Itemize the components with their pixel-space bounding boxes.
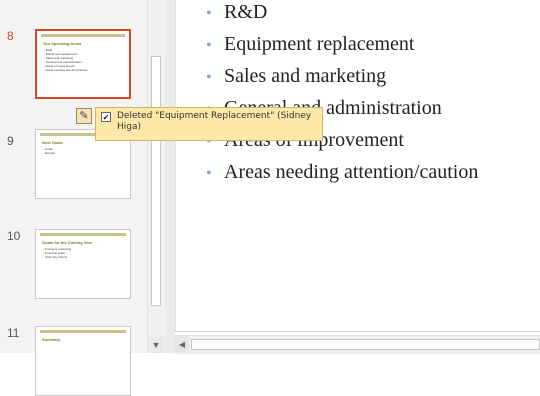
thumbnail-text: - Testing & marketing - Financial goals …	[43, 247, 72, 259]
bullet-item[interactable]: • R&D	[206, 0, 478, 28]
scrollbar-thumb[interactable]	[151, 56, 161, 306]
bullet-item[interactable]: • Equipment replacement	[206, 28, 478, 60]
thumbnail-title: Our Spending Areas	[43, 41, 82, 46]
thumbnail-title: Next Goals	[42, 140, 63, 145]
slide-thumbnail[interactable]: Our Spending Areas - R&D - Equipment rep…	[35, 29, 131, 99]
bullet-text: Equipment replacement	[224, 33, 415, 55]
bullet-item[interactable]: • Areas needing attention/caution	[206, 156, 478, 188]
slide-number: 11	[7, 326, 20, 340]
bullet-icon: •	[206, 5, 212, 22]
thumbnail-title: Goals for the Coming Year	[42, 240, 93, 245]
title-band	[40, 233, 126, 236]
revision-tooltip[interactable]: ✔ Deleted "Equipment Replacement" (Sidne…	[95, 107, 323, 141]
slide-number: 9	[7, 134, 14, 148]
pane-divider[interactable]	[165, 0, 175, 353]
slide-number: 8	[7, 29, 14, 43]
thumbnail-title: Summary	[42, 337, 61, 342]
thumbnail-slot-10[interactable]: 10 Goals for the Coming Year - Testing &…	[0, 212, 147, 312]
slide-thumbnail[interactable]: Goals for the Coming Year - Testing & ma…	[35, 229, 131, 299]
bullet-text: Areas needing attention/caution	[224, 161, 479, 183]
slide-number: 10	[7, 229, 21, 243]
bullet-icon: •	[206, 165, 212, 182]
bullet-item[interactable]: • Sales and marketing	[206, 60, 478, 92]
chevron-left-icon[interactable]: ◀	[175, 336, 189, 353]
chevron-down-icon[interactable]: ▼	[148, 337, 164, 353]
checkbox-checked-icon[interactable]: ✔	[101, 112, 111, 122]
slide-thumbnail[interactable]: Summary	[35, 326, 131, 396]
bullet-text: R&D	[224, 1, 268, 23]
title-band	[41, 34, 125, 37]
revision-text: Deleted "Equipment Replacement" (Sidney …	[117, 111, 312, 132]
bullet-text: Sales and marketing	[224, 65, 387, 87]
thumbnail-slot-11[interactable]: 11 Summary	[0, 312, 147, 396]
revision-marker-icon[interactable]: ✎	[76, 108, 92, 124]
bullet-icon: •	[206, 37, 212, 54]
scrollbar-track[interactable]	[191, 339, 540, 350]
bullet-icon: •	[206, 69, 212, 86]
slide-thumbnail-pane: 8 Our Spending Areas - R&D - Equipment r…	[0, 0, 165, 396]
thumbnail-text: - R&D - Equipment replacement - Sales an…	[44, 48, 88, 72]
thumbnail-text: - Goals - Results	[43, 147, 55, 155]
slide-edge	[175, 331, 540, 332]
slide-bullet-list[interactable]: • R&D • Equipment replacement • Sales and m…	[206, 0, 478, 188]
title-band	[40, 330, 126, 333]
horizontal-scrollbar[interactable]: ◀	[175, 335, 540, 354]
thumbnail-scrollbar[interactable]: ▼	[147, 0, 164, 353]
thumbnail-slot-8[interactable]: 8 Our Spending Areas - R&D - Equipment r…	[0, 0, 147, 112]
